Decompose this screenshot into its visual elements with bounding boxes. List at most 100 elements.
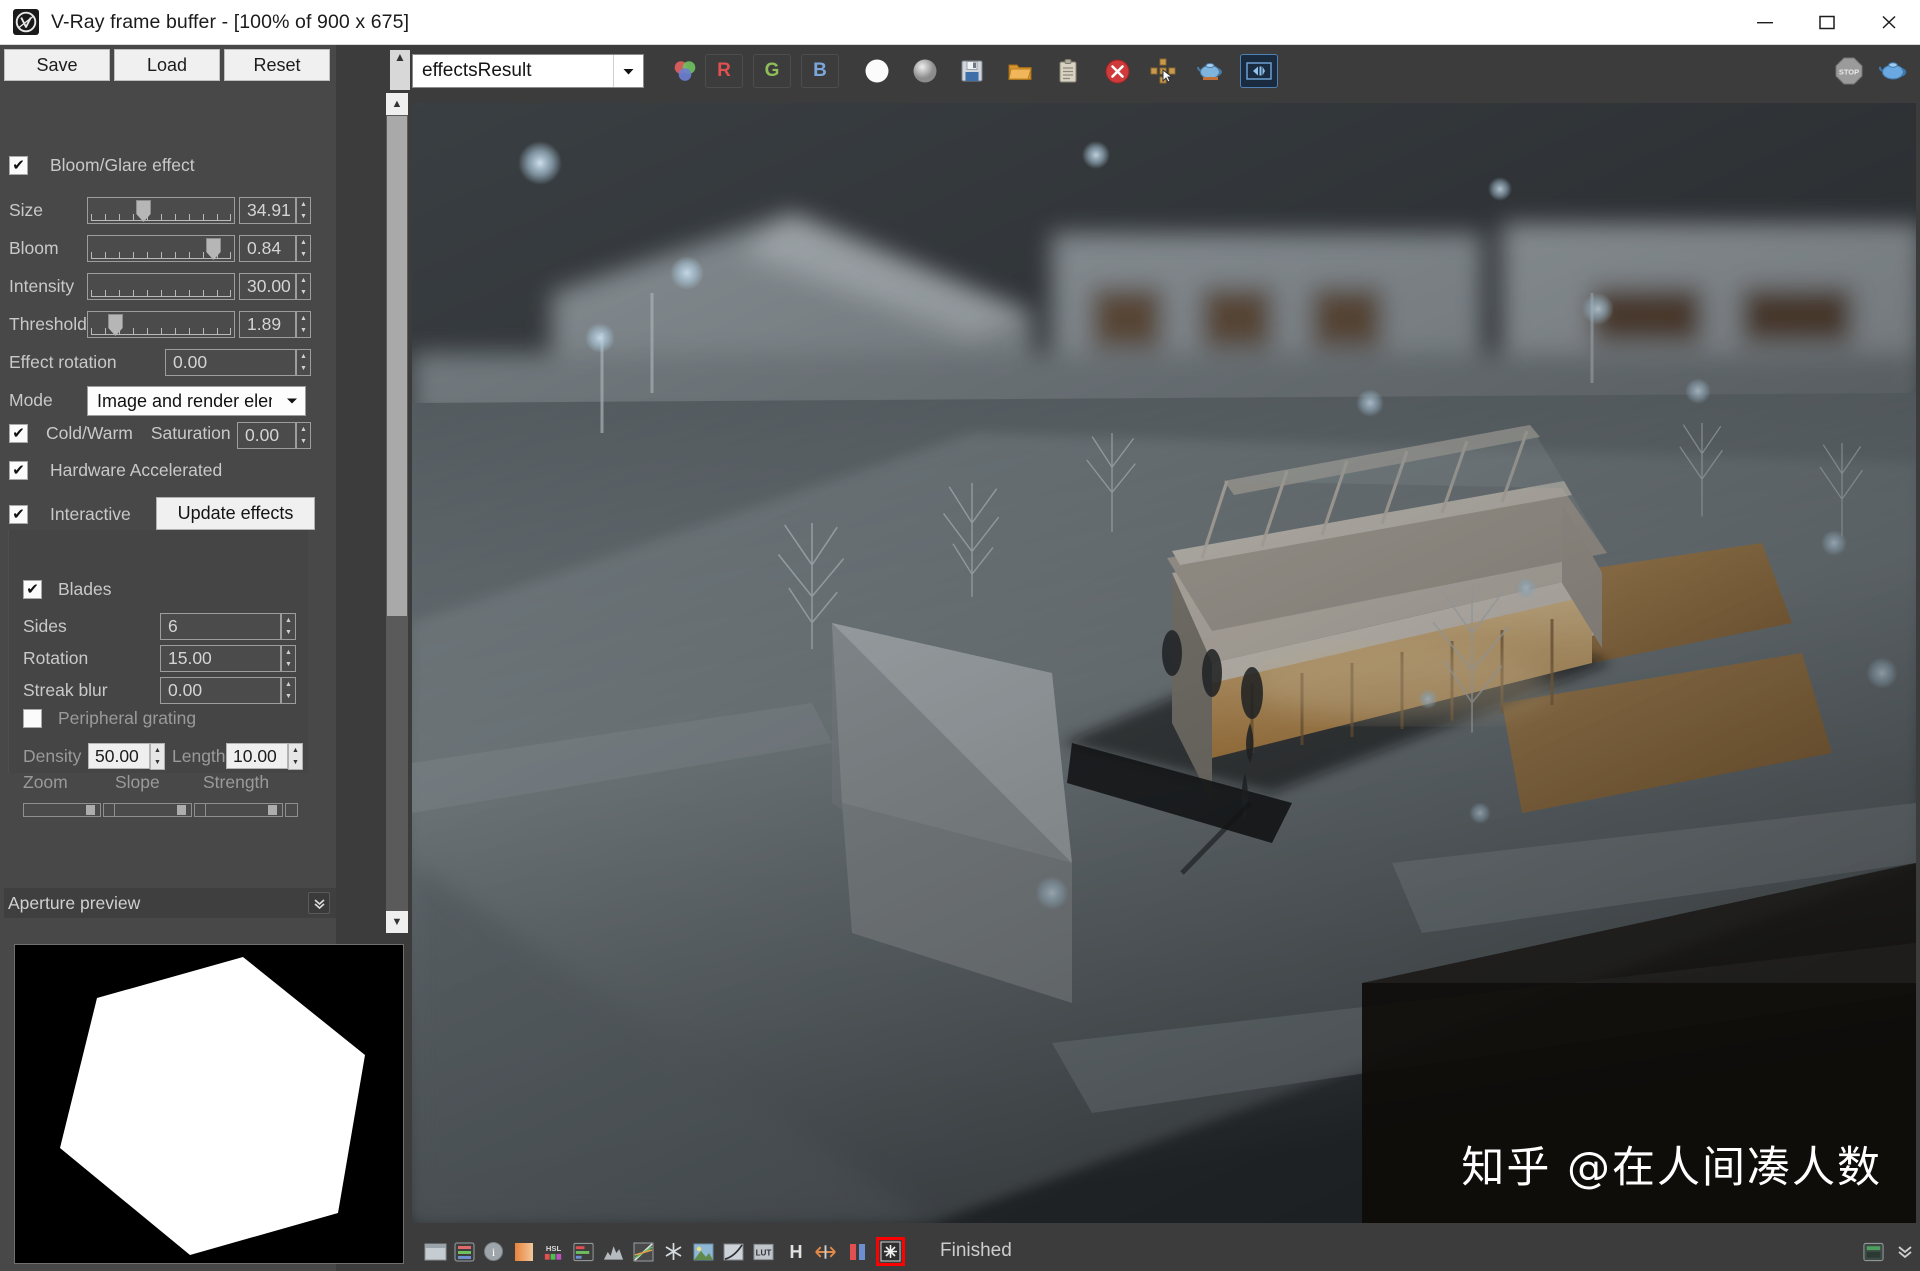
sides-spinner[interactable]: ▲ ▼	[281, 613, 296, 640]
horizontal-compare-icon[interactable]	[814, 1240, 837, 1263]
chevron-down-icon[interactable]	[613, 55, 643, 87]
green-channel-button[interactable]: G	[753, 54, 791, 88]
copy-clipboard-button[interactable]	[1049, 54, 1087, 88]
peripheral-grating-checkbox[interactable]: ✔	[23, 709, 42, 728]
save-preset-button[interactable]: Save	[4, 49, 110, 81]
scrollbar-thumb[interactable]	[387, 116, 407, 616]
stop-render-button[interactable]: STOP	[1830, 54, 1868, 88]
collapse-panel-icon[interactable]	[1893, 1240, 1916, 1263]
background-image-icon[interactable]	[692, 1240, 715, 1263]
chevron-down-icon[interactable]	[279, 387, 305, 415]
effect-rotation-spinner[interactable]: ▲ ▼	[296, 349, 311, 376]
bloom-glare-checkbox[interactable]: ✔	[9, 156, 28, 175]
display-panel-icon[interactable]	[1862, 1240, 1885, 1263]
update-effects-button[interactable]: Update effects	[156, 497, 315, 530]
size-spinner[interactable]: ▲ ▼	[296, 197, 311, 224]
color-balance-icon[interactable]	[572, 1240, 595, 1263]
exposure-icon[interactable]	[512, 1240, 535, 1263]
rotation-value[interactable]: 15.00	[160, 645, 281, 672]
peripheral-grating-row[interactable]: ✔ Peripheral grating	[23, 708, 196, 729]
blades-checkbox[interactable]: ✔	[23, 580, 42, 599]
strength-mini-stepper[interactable]	[285, 803, 298, 817]
interactive-checkbox[interactable]: ✔	[9, 505, 28, 524]
intensity-spinner[interactable]: ▲ ▼	[296, 273, 311, 300]
interactive-label: Interactive	[50, 504, 131, 524]
rotation-spinner[interactable]: ▲ ▼	[281, 645, 296, 672]
bloom-value[interactable]: 0.84	[239, 235, 296, 262]
size-slider-ticks	[91, 213, 231, 221]
image-layer-icon[interactable]	[424, 1240, 447, 1263]
threshold-slider-track[interactable]	[87, 311, 235, 338]
density-spinner[interactable]: ▲ ▼	[150, 743, 165, 770]
close-icon[interactable]	[1858, 0, 1920, 44]
minimize-icon[interactable]	[1734, 0, 1796, 44]
strength-mini-slider[interactable]	[205, 803, 283, 817]
alpha-white-button[interactable]	[858, 54, 896, 88]
size-value[interactable]: 34.91	[239, 197, 296, 224]
slope-mini-slider[interactable]	[114, 803, 192, 817]
length-value[interactable]: 10.00	[226, 743, 288, 769]
curve-editor-icon[interactable]	[722, 1240, 745, 1263]
cold-warm-checkbox[interactable]: ✔	[9, 424, 28, 443]
bloom-glare-effect-row[interactable]: ✔ Bloom/Glare effect	[9, 155, 195, 176]
threshold-spinner[interactable]: ▲ ▼	[296, 311, 311, 338]
white-balance-icon[interactable]	[662, 1240, 685, 1263]
saturation-value[interactable]: 0.00	[237, 422, 296, 449]
maximize-icon[interactable]	[1796, 0, 1858, 44]
region-render-button[interactable]	[1240, 54, 1278, 88]
save-image-button[interactable]	[953, 54, 991, 88]
hardware-accelerated-checkbox[interactable]: ✔	[9, 461, 28, 480]
density-value[interactable]: 50.00	[88, 743, 150, 769]
cold-warm-row[interactable]: ✔ Cold/Warm Saturation	[9, 423, 231, 444]
length-label: Length	[172, 746, 226, 766]
size-slider-row: Size 34.91 ▲ ▼	[0, 196, 336, 226]
size-slider-track[interactable]	[87, 197, 235, 224]
render-image-view[interactable]: 知乎 @在人间凑人数	[412, 103, 1916, 1223]
hue-icon[interactable]: H	[784, 1240, 807, 1263]
bloom-slider-track[interactable]	[87, 235, 235, 262]
sides-value[interactable]: 6	[160, 613, 281, 640]
ab-compare-icon[interactable]	[846, 1240, 869, 1263]
intensity-slider-track[interactable]	[87, 273, 235, 300]
render-button[interactable]	[1875, 54, 1913, 88]
saturation-spinner[interactable]: ▲ ▼	[296, 422, 311, 449]
cold-warm-label: Cold/Warm	[46, 423, 133, 443]
red-channel-button[interactable]: R	[705, 54, 743, 88]
interactive-row[interactable]: ✔ Interactive	[9, 504, 131, 525]
panel-scrollbar[interactable]: ▲ ▼	[386, 93, 408, 933]
color-corrections-icon[interactable]	[453, 1240, 476, 1263]
denoiser-icon[interactable]	[876, 1237, 905, 1266]
info-icon[interactable]: i	[482, 1240, 505, 1263]
blue-channel-button[interactable]: B	[801, 54, 839, 88]
mode-combobox[interactable]: Image and render elements	[87, 386, 306, 416]
streak-blur-spinner[interactable]: ▲ ▼	[281, 677, 296, 704]
zoom-mini-slider[interactable]	[23, 803, 101, 817]
streak-blur-value[interactable]: 0.00	[160, 677, 281, 704]
mode-label: Mode	[9, 390, 53, 410]
double-chevron-down-icon[interactable]	[308, 892, 330, 914]
reset-preset-button[interactable]: Reset	[224, 49, 330, 81]
clear-image-button[interactable]	[1098, 54, 1136, 88]
open-image-button[interactable]	[1001, 54, 1039, 88]
pan-tool-button[interactable]	[1144, 54, 1182, 88]
curve-icon[interactable]	[632, 1240, 655, 1263]
rgb-color-button[interactable]	[666, 54, 704, 88]
blades-row[interactable]: ✔ Blades	[23, 579, 112, 600]
lut-icon[interactable]: LUT	[752, 1240, 775, 1263]
scroll-up-arrow-icon[interactable]: ▲	[386, 93, 408, 115]
levels-icon[interactable]	[602, 1240, 625, 1263]
render-element-combobox[interactable]: effectsResult	[412, 54, 644, 88]
load-preset-button[interactable]: Load	[114, 49, 220, 81]
effect-rotation-value[interactable]: 0.00	[165, 349, 296, 376]
toolbar-scroll-up-arrow-icon[interactable]: ▲	[390, 50, 410, 90]
threshold-value[interactable]: 1.89	[239, 311, 296, 338]
render-last-button[interactable]	[1192, 54, 1230, 88]
alpha-grey-button[interactable]	[906, 54, 944, 88]
hardware-accelerated-row[interactable]: ✔ Hardware Accelerated	[9, 460, 222, 481]
length-spinner[interactable]: ▲ ▼	[288, 743, 303, 770]
bloom-slider-row: Bloom 0.84 ▲ ▼	[0, 234, 336, 264]
hsl-icon[interactable]: HSL	[542, 1240, 565, 1263]
intensity-value[interactable]: 30.00	[239, 273, 296, 300]
scroll-down-arrow-icon[interactable]: ▼	[386, 911, 408, 933]
bloom-spinner[interactable]: ▲ ▼	[296, 235, 311, 262]
